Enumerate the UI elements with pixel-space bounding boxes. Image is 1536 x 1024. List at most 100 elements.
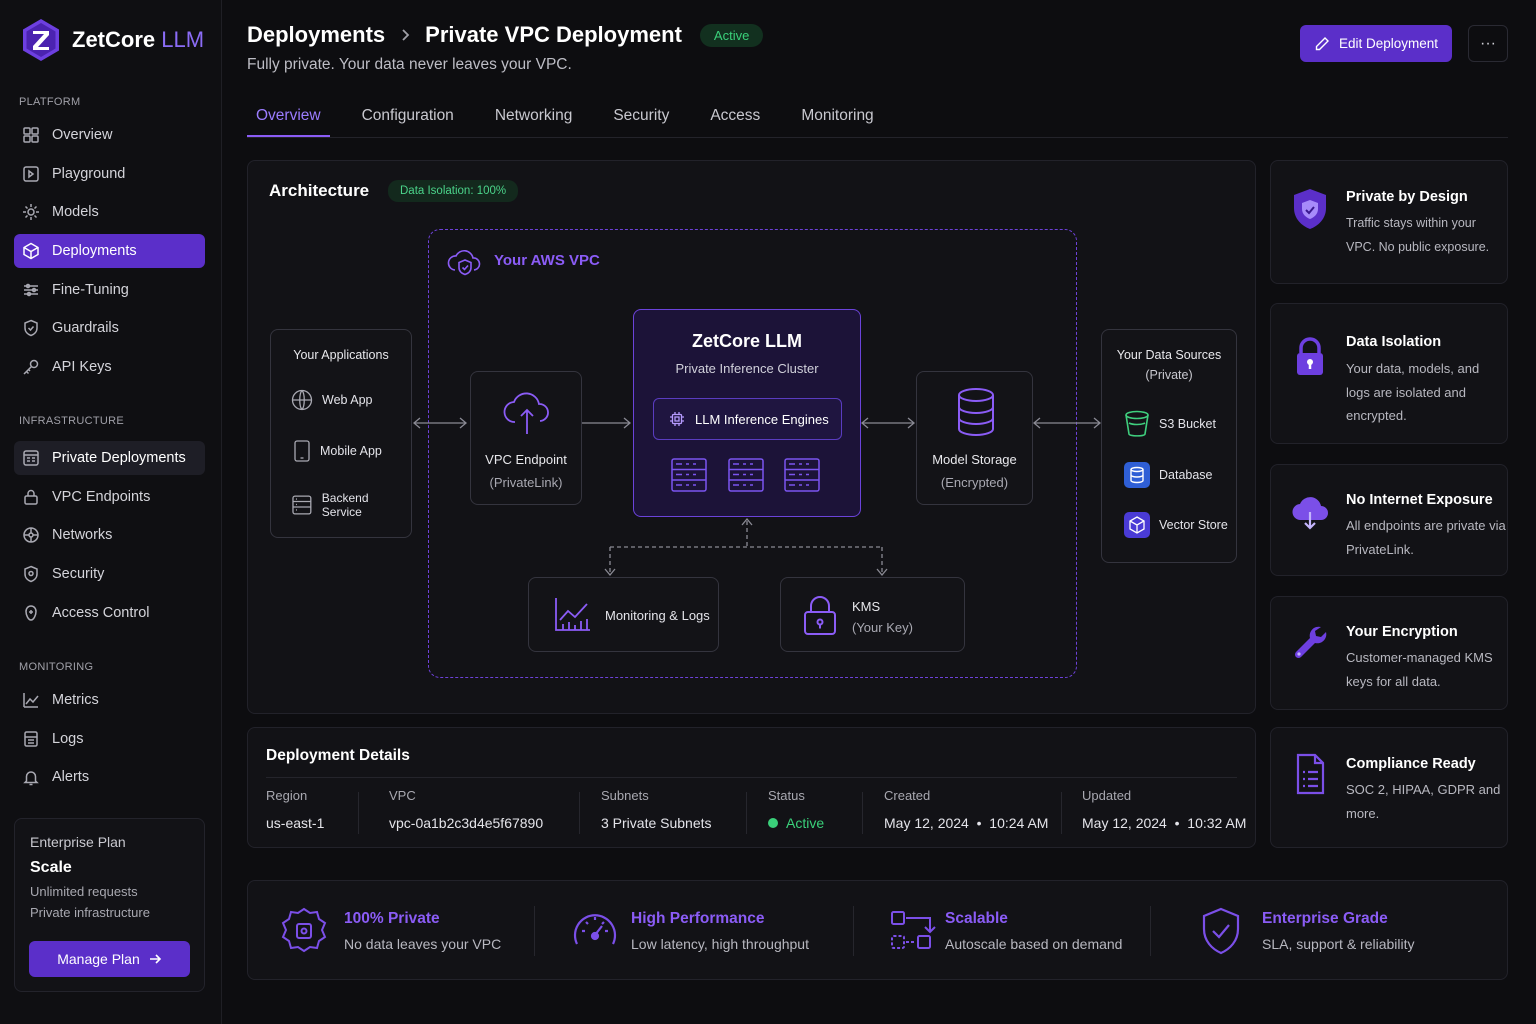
sidebar-item-label: VPC Endpoints bbox=[52, 488, 151, 505]
sidebar-item-fine-tuning[interactable]: Fine-Tuning bbox=[14, 273, 205, 307]
data-sources-title: Your Data Sources bbox=[1116, 348, 1222, 362]
scale-icon bbox=[891, 911, 936, 949]
sidebar-item-playground[interactable]: Playground bbox=[14, 157, 205, 191]
sidebar-item-access-control[interactable]: Access Control bbox=[14, 596, 205, 630]
data-sources-sub: (Private) bbox=[1145, 368, 1193, 382]
database-icon bbox=[1124, 462, 1150, 488]
access-control-icon bbox=[25, 604, 37, 621]
detail-value[interactable]: vpc-0a1b2c3d4e5f67890 bbox=[389, 815, 543, 831]
plan-name: Scale bbox=[30, 859, 72, 876]
tab-overview[interactable]: Overview bbox=[247, 96, 330, 137]
chip-icon bbox=[670, 412, 684, 426]
breadcrumb: Deployments Private VPC Deployment Activ… bbox=[247, 22, 764, 48]
lock-icon bbox=[1297, 337, 1323, 375]
shield-icon bbox=[1294, 189, 1326, 229]
edit-deployment-button[interactable]: Edit Deployment bbox=[1300, 25, 1452, 62]
deployment-details-card: Deployment Details Region us-east-1 VPC vp… bbox=[247, 727, 1256, 848]
sidebar-item-guardrails[interactable]: Guardrails bbox=[14, 311, 205, 345]
plan-title: Enterprise Plan bbox=[30, 834, 126, 850]
detail-key: Created bbox=[884, 788, 931, 803]
edit-deployment-label: Edit Deployment bbox=[1338, 36, 1439, 51]
fine-tuning-icon bbox=[24, 283, 38, 296]
model-storage-sub: (Encrypted) bbox=[940, 475, 1009, 490]
playground-icon bbox=[23, 165, 39, 182]
brand-logo[interactable]: ZetCore LLM bbox=[21, 18, 204, 62]
breadcrumb-root[interactable]: Deployments bbox=[247, 22, 385, 48]
logs-icon bbox=[24, 730, 38, 747]
sidebar-item-api-keys[interactable]: API Keys bbox=[14, 350, 205, 384]
detail-key: Subnets bbox=[601, 788, 649, 803]
sidebar-item-metrics[interactable]: Metrics bbox=[14, 683, 205, 717]
inference-engines-label: LLM Inference Engines bbox=[695, 411, 829, 427]
security-icon bbox=[24, 565, 38, 583]
tab-configuration[interactable]: Configuration bbox=[353, 96, 463, 137]
model-storage-title: Model Storage bbox=[932, 452, 1017, 467]
sidebar-item-alerts[interactable]: Alerts bbox=[14, 760, 205, 794]
model-storage-box: Model Storage (Encrypted) bbox=[916, 371, 1033, 505]
status-value: Active bbox=[768, 815, 824, 831]
detail-subnets: Subnets 3 Private Subnets bbox=[601, 788, 712, 840]
metrics-icon bbox=[23, 693, 39, 708]
applications-box: Your Applications Web App Mobile App Bac… bbox=[270, 329, 412, 538]
sidebar-item-security[interactable]: Security bbox=[14, 557, 205, 591]
bucket-icon bbox=[1125, 410, 1149, 437]
monitoring-nav: Metrics Logs Alerts bbox=[14, 683, 205, 799]
sidebar-item-private-deployments[interactable]: Private Deployments bbox=[14, 441, 205, 475]
database-icon bbox=[958, 388, 994, 437]
sidebar-item-overview[interactable]: Overview bbox=[14, 118, 205, 152]
key-icon bbox=[23, 359, 39, 375]
tab-access[interactable]: Access bbox=[701, 96, 769, 137]
app-item-backend: Backend Service bbox=[291, 491, 411, 519]
feature-title: High Performance bbox=[631, 910, 765, 927]
sidebar-item-label: Access Control bbox=[52, 604, 150, 621]
sidebar-item-label: API Keys bbox=[52, 359, 112, 376]
private-deployments-icon bbox=[23, 450, 39, 466]
sidebar-item-label: Metrics bbox=[52, 692, 99, 708]
more-options-button[interactable]: ··· bbox=[1468, 25, 1508, 62]
sidebar-item-deployments[interactable]: Deployments bbox=[14, 234, 205, 269]
sidebar-item-networks[interactable]: Networks bbox=[14, 518, 205, 552]
vpc-endpoint-title: VPC Endpoint bbox=[485, 452, 567, 467]
sidebar-item-logs[interactable]: Logs bbox=[14, 722, 205, 756]
feature-card-title: No Internet Exposure bbox=[1346, 492, 1493, 508]
detail-key: Status bbox=[768, 788, 805, 803]
feature-card-encryption: Your Encryption Customer-managed KMS key… bbox=[1270, 596, 1508, 710]
detail-value: May 12, 2024 • 10:32 AM bbox=[1082, 815, 1247, 831]
sidebar-item-label: Guardrails bbox=[52, 320, 119, 337]
sidebar-item-models[interactable]: Models bbox=[14, 195, 205, 229]
tab-security[interactable]: Security bbox=[604, 96, 678, 137]
detail-region: Region us-east-1 bbox=[266, 788, 324, 840]
sidebar-item-vpc-endpoints[interactable]: VPC Endpoints bbox=[14, 480, 205, 514]
server-rack-icon bbox=[728, 458, 764, 492]
detail-divider bbox=[862, 792, 863, 834]
detail-key: Updated bbox=[1082, 788, 1132, 803]
monitoring-label: Monitoring & Logs bbox=[605, 608, 710, 623]
mobile-icon bbox=[294, 440, 310, 462]
inference-engines-chip: LLM Inference Engines bbox=[653, 398, 842, 440]
manage-plan-button[interactable]: Manage Plan bbox=[29, 941, 190, 977]
platform-section-label: PLATFORM bbox=[19, 96, 81, 108]
sidebar-item-label: Networks bbox=[52, 527, 113, 544]
detail-created: Created May 12, 2024 • 10:24 AM bbox=[884, 788, 1048, 840]
detail-vpc: VPC vpc-0a1b2c3d4e5f67890 bbox=[389, 788, 543, 840]
feature-card-title: Private by Design bbox=[1346, 189, 1468, 205]
feature-card-desc: Traffic stays within your VPC. No public… bbox=[1346, 216, 1490, 254]
tab-bar: Overview Configuration Networking Securi… bbox=[247, 96, 1508, 138]
cluster-subtitle: Private Inference Cluster bbox=[675, 361, 819, 376]
manage-plan-label: Manage Plan bbox=[57, 951, 140, 967]
deployments-icon bbox=[23, 242, 39, 260]
status-dot-icon bbox=[768, 818, 778, 828]
sidebar-item-label: Playground bbox=[52, 165, 126, 182]
sidebar-item-label: Overview bbox=[52, 127, 113, 143]
globe-icon bbox=[291, 389, 313, 411]
source-item-vector-store: Vector Store bbox=[1124, 512, 1228, 538]
app-item-mobile: Mobile App bbox=[293, 440, 382, 462]
source-item-s3: S3 Bucket bbox=[1124, 410, 1216, 438]
tab-monitoring[interactable]: Monitoring bbox=[792, 96, 882, 137]
tab-networking[interactable]: Networking bbox=[486, 96, 582, 137]
detail-divider bbox=[746, 792, 747, 834]
document-icon bbox=[1296, 753, 1325, 795]
source-item-database: Database bbox=[1124, 462, 1213, 488]
feature-desc: Autoscale based on demand bbox=[945, 936, 1123, 952]
logo-hexagon-icon bbox=[23, 19, 59, 61]
